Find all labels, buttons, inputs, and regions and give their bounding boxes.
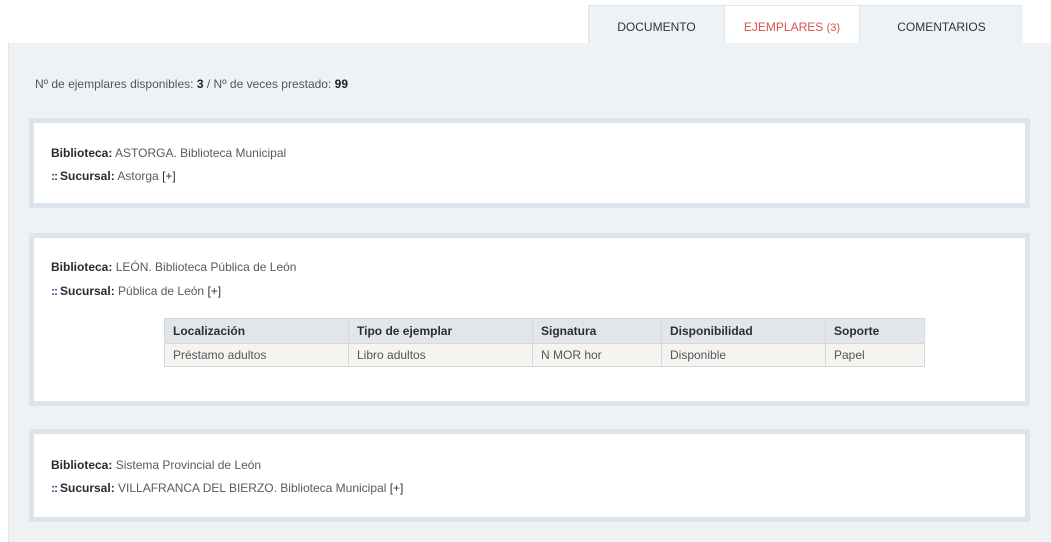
library-name: ASTORGA. Biblioteca Municipal (115, 146, 287, 160)
column-header-soporte: Soporte (825, 318, 925, 344)
bullet-icon: :: (51, 284, 58, 298)
library-card: Biblioteca: Sistema Provincial de León :… (29, 429, 1030, 522)
column-header-localizacion: Localización (164, 318, 349, 344)
tab-bar: DOCUMENTO EJEMPLARES (3) COMENTARIOS (588, 5, 1023, 45)
library-label: Biblioteca: (51, 260, 113, 274)
tab-comentarios-label: COMENTARIOS (897, 20, 986, 34)
tab-ejemplares-count: (3) (826, 22, 841, 34)
branch-line: :: Sucursal: Pública de León [+] (51, 284, 221, 298)
branch-name: Astorga (117, 169, 159, 183)
library-card: Biblioteca: LEÓN. Biblioteca Pública de … (29, 233, 1030, 406)
availability-summary: Nº de ejemplares disponibles: 3 / Nº de … (35, 77, 348, 91)
available-label: Nº de ejemplares disponibles: (35, 77, 194, 91)
branch-line: :: Sucursal: VILLAFRANCA DEL BIERZO. Bibl… (51, 481, 403, 495)
bullet-icon: :: (51, 481, 58, 495)
loans-label: Nº de veces prestado: (213, 77, 332, 91)
expand-toggle[interactable]: [+] (390, 481, 404, 495)
tab-ejemplares[interactable]: EJEMPLARES (3) (724, 5, 860, 45)
library-card: Biblioteca: ASTORGA. Biblioteca Municipa… (29, 118, 1030, 208)
cell-disponibilidad: Disponible (661, 343, 826, 367)
cell-localizacion: Préstamo adultos (164, 343, 349, 367)
branch-label: Sucursal: (60, 284, 115, 298)
cell-signatura: N MOR hor (532, 343, 662, 367)
tab-documento[interactable]: DOCUMENTO (588, 5, 724, 44)
tab-ejemplares-label: EJEMPLARES (743, 20, 824, 34)
cell-tipo: Libro adultos (348, 343, 533, 367)
library-line: Biblioteca: LEÓN. Biblioteca Pública de … (51, 260, 296, 274)
available-count: 3 (196, 77, 204, 91)
library-label: Biblioteca: (51, 458, 113, 472)
table-header-row: Localización Tipo de ejemplar Signatura … (164, 318, 925, 344)
cell-soporte: Papel (825, 343, 925, 367)
bullet-icon: :: (51, 169, 58, 183)
copies-table: Localización Tipo de ejemplar Signatura … (164, 318, 925, 367)
library-label: Biblioteca: (51, 146, 113, 160)
tab-documento-label: DOCUMENTO (617, 20, 696, 34)
library-name: LEÓN. Biblioteca Pública de León (115, 260, 297, 274)
branch-label: Sucursal: (60, 169, 115, 183)
expand-toggle[interactable]: [+] (162, 169, 176, 183)
branch-label: Sucursal: (60, 481, 115, 495)
summary-separator: / (206, 77, 211, 91)
library-line: Biblioteca: Sistema Provincial de León (51, 458, 261, 472)
expand-toggle[interactable]: [+] (207, 284, 221, 298)
branch-line: :: Sucursal: Astorga [+] (51, 169, 176, 183)
column-header-signatura: Signatura (532, 318, 662, 344)
column-header-tipo: Tipo de ejemplar (348, 318, 533, 344)
loans-count: 99 (334, 77, 349, 91)
branch-name: VILLAFRANCA DEL BIERZO. Biblioteca Munic… (118, 481, 387, 495)
library-line: Biblioteca: ASTORGA. Biblioteca Municipa… (51, 146, 286, 160)
branch-name: Pública de León (118, 284, 205, 298)
tab-comentarios[interactable]: COMENTARIOS (860, 5, 1023, 44)
table-row: Préstamo adultos Libro adultos N MOR hor… (164, 343, 925, 367)
column-header-disponibilidad: Disponibilidad (661, 318, 826, 344)
library-name: Sistema Provincial de León (115, 458, 262, 472)
